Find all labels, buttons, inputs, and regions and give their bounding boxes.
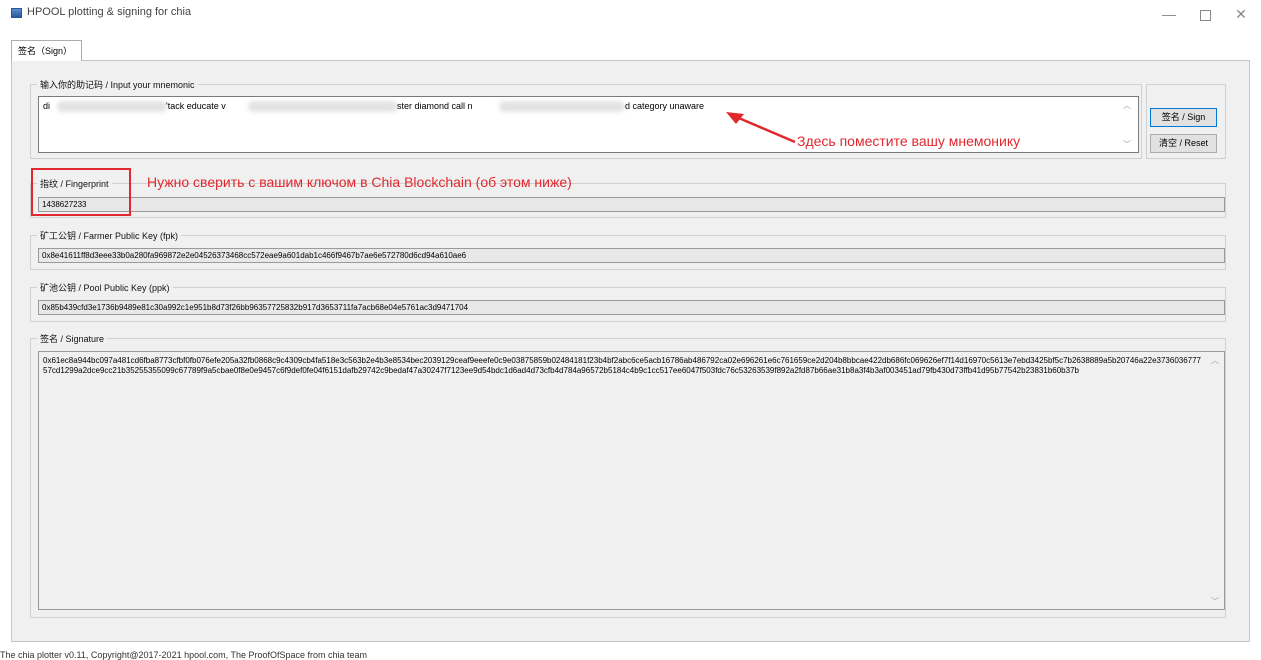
title-bar: HPOOL plotting & signing for chia — ✕ xyxy=(0,0,1261,36)
app-icon xyxy=(11,8,22,18)
farmer-key-field[interactable]: 0x8e41611ff8d3eee33b0a280fa969872e2e0452… xyxy=(38,248,1225,263)
annotation-arrow-icon xyxy=(726,112,796,144)
fingerprint-highlight xyxy=(31,168,131,216)
mnemonic-fragment: d category unaware xyxy=(625,101,705,111)
reset-button[interactable]: 清空 / Reset xyxy=(1150,134,1217,153)
redaction-blur xyxy=(499,101,625,112)
scroll-up-icon[interactable]: ︿ xyxy=(1123,100,1131,111)
close-button[interactable]: ✕ xyxy=(1226,4,1256,24)
mnemonic-group-title: 输入你的助记码 / Input your mnemonic xyxy=(37,78,198,91)
pool-key-field[interactable]: 0x85b439cfd3e1736b9489e81c30a992c1e951b8… xyxy=(38,300,1225,315)
tab-sign[interactable]: 签名（Sign） xyxy=(11,40,82,61)
maximize-icon xyxy=(1199,9,1211,21)
fingerprint-field[interactable]: 1438627233 xyxy=(38,197,1225,212)
mnemonic-fragment: di xyxy=(43,101,51,111)
mnemonic-annotation: Здесь поместите вашу мнемонику xyxy=(797,133,1021,149)
footer-status: The chia plotter v0.11, Copyright@2017-2… xyxy=(0,650,368,660)
maximize-button[interactable] xyxy=(1190,4,1220,24)
fingerprint-annotation: Нужно сверить с вашим ключом в Chia Bloc… xyxy=(147,174,572,190)
mnemonic-fragment: ster diamond call n xyxy=(397,101,473,111)
farmer-key-group-title: 矿工公钥 / Farmer Public Key (fpk) xyxy=(37,229,182,242)
pool-key-group-title: 矿池公钥 / Pool Public Key (ppk) xyxy=(37,281,173,294)
scroll-up-icon[interactable]: ︿ xyxy=(1211,355,1219,366)
minimize-button[interactable]: — xyxy=(1154,4,1184,24)
redaction-blur xyxy=(248,101,398,112)
signature-group-title: 签名 / Signature xyxy=(37,332,108,345)
signature-text: 0x61ec8a944bc097a481cd6fba8773cfbf0fb076… xyxy=(43,356,1202,375)
window-title: HPOOL plotting & signing for chia xyxy=(27,6,192,18)
signature-output[interactable]: 0x61ec8a944bc097a481cd6fba8773cfbf0fb076… xyxy=(38,351,1225,610)
sign-button[interactable]: 签名 / Sign xyxy=(1150,108,1217,127)
scroll-down-icon[interactable]: ﹀ xyxy=(1211,596,1219,607)
redaction-blur xyxy=(57,101,167,112)
scroll-down-icon[interactable]: ﹀ xyxy=(1123,139,1131,150)
mnemonic-fragment: 'tack educate v xyxy=(166,101,226,111)
